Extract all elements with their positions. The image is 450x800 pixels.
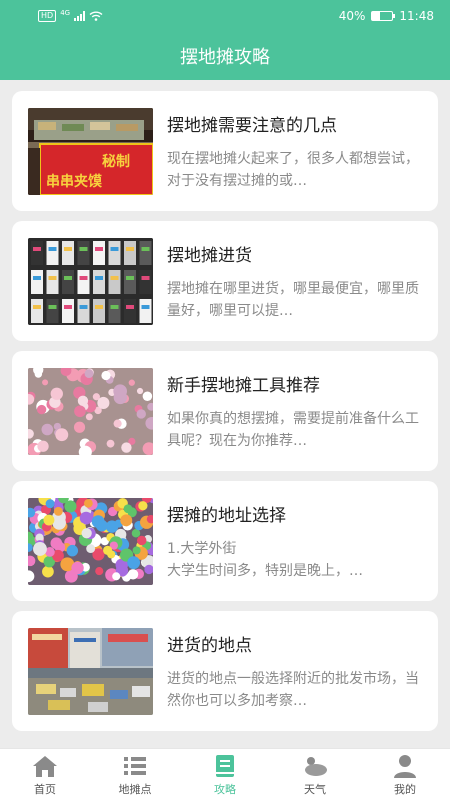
article-text: 摆地摊需要注意的几点 现在摆地摊火起来了，很多人都想尝试，对于没有摆过摊的或… (167, 111, 422, 192)
clock: 11:48 (399, 9, 434, 23)
tab-home[interactable]: 首页 (0, 749, 90, 800)
list-icon (124, 756, 146, 775)
article-thumbnail (28, 237, 153, 325)
network-type: 4G (60, 9, 71, 17)
article-card[interactable]: 进货的地点 进货的地点一般选择附近的批发市场，当然你也可以多加考察… (12, 611, 438, 731)
article-desc: 如果你真的想摆摊，需要提前准备什么工具呢？现在为你推荐… (167, 410, 419, 449)
book-icon (216, 754, 234, 777)
battery-icon (371, 11, 396, 21)
article-text: 摆摊的地址选择 1.大学外街 大学生时间多，特别是晚上，… (167, 501, 422, 582)
article-card[interactable]: 秘制 串串夹馍 摆地摊需要注意的几点 现在摆地摊火起来了，很多人都想尝试，对于没… (12, 91, 438, 211)
article-thumbnail (28, 367, 153, 455)
weather-icon (305, 756, 327, 776)
article-title: 新手摆地摊工具推荐 (167, 375, 320, 396)
tab-label: 首页 (34, 782, 56, 796)
tab-stall-points[interactable]: 地摊点 (90, 749, 180, 800)
wifi-icon (89, 11, 103, 21)
article-card[interactable]: 摆摊的地址选择 1.大学外街 大学生时间多，特别是晚上，… (12, 481, 438, 601)
article-card[interactable]: 新手摆地摊工具推荐 如果你真的想摆摊，需要提前准备什么工具呢？现在为你推荐… (12, 351, 438, 471)
sign-text-top: 秘制 (102, 153, 130, 170)
article-text: 新手摆地摊工具推荐 如果你真的想摆摊，需要提前准备什么工具呢？现在为你推荐… (167, 371, 422, 452)
article-text: 摆地摊进货 摆地摊在哪里进货，哪里最便宜，哪里质量好，哪里可以提… (167, 241, 422, 322)
home-icon (33, 755, 57, 777)
tab-mine[interactable]: 我的 (360, 749, 450, 800)
page-title: 摆地摊攻略 (180, 47, 270, 68)
article-desc: 摆地摊在哪里进货，哪里最便宜，哪里质量好，哪里可以提… (167, 280, 419, 319)
tab-label: 天气 (304, 782, 326, 796)
article-card[interactable]: 摆地摊进货 摆地摊在哪里进货，哪里最便宜，哪里质量好，哪里可以提… (12, 221, 438, 341)
tab-label: 我的 (394, 782, 416, 796)
article-list: 秘制 串串夹馍 摆地摊需要注意的几点 现在摆地摊火起来了，很多人都想尝试，对于没… (12, 91, 438, 741)
tab-weather[interactable]: 天气 (270, 749, 360, 800)
tab-label: 地摊点 (118, 782, 152, 796)
article-title: 进货的地点 (167, 635, 252, 656)
article-thumbnail (28, 627, 153, 715)
article-thumbnail (28, 497, 153, 585)
status-bar: HD 4G 40% 11:48 (0, 0, 450, 32)
article-title: 摆摊的地址选择 (167, 505, 286, 526)
article-text: 进货的地点 进货的地点一般选择附近的批发市场，当然你也可以多加考察… (167, 631, 422, 712)
article-title: 摆地摊需要注意的几点 (167, 115, 337, 136)
title-bar: 摆地摊攻略 (0, 32, 450, 80)
status-right: 40% 11:48 (339, 9, 434, 23)
user-icon (394, 754, 416, 778)
article-thumbnail: 秘制 串串夹馍 (28, 107, 153, 195)
tab-guide[interactable]: 攻略 (180, 749, 270, 800)
signal-icon (74, 11, 86, 21)
tab-label: 攻略 (214, 782, 236, 796)
hd-badge: HD (38, 10, 57, 22)
article-desc: 进货的地点一般选择附近的批发市场，当然你也可以多加考察… (167, 670, 419, 709)
article-desc: 1.大学外街 大学生时间多，特别是晚上，… (167, 540, 363, 579)
battery-percent: 40% (338, 9, 366, 23)
bottom-tab-bar: 首页 地摊点 攻略 天气 我的 (0, 748, 450, 800)
status-left: HD 4G (38, 9, 103, 23)
article-title: 摆地摊进货 (167, 245, 252, 266)
article-desc: 现在摆地摊火起来了，很多人都想尝试，对于没有摆过摊的或… (167, 150, 419, 189)
sign-text-bottom: 串串夹馍 (46, 173, 103, 190)
